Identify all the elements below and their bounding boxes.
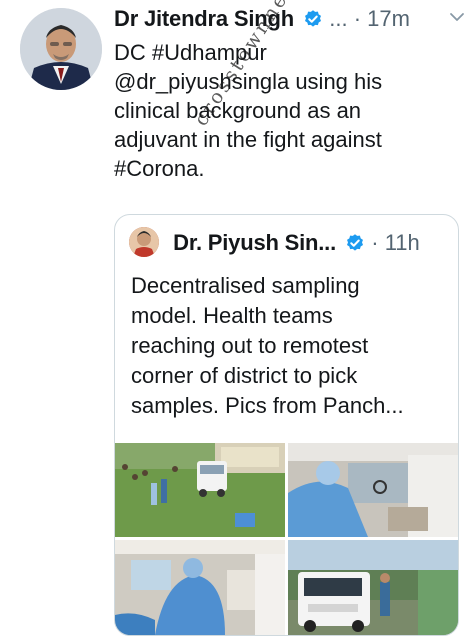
tweet-time[interactable]: 17m [367, 6, 410, 31]
quoted-text-line: corner of district to pick [131, 363, 358, 388]
verified-badge-icon [305, 10, 322, 27]
quoted-tweet-header: Dr. Piyush Sin... · 11h [129, 227, 448, 261]
tweet-text-line[interactable]: @dr_piyushsingla using his [114, 67, 464, 96]
tweet-header: Dr Jitendra Singh ... · 17m [114, 6, 466, 36]
quoted-tweet-time[interactable]: 11h [385, 230, 420, 255]
photo-ppe-team[interactable] [115, 540, 285, 635]
quoted-author-name[interactable]: Dr. Piyush Sin... [173, 230, 336, 255]
verified-badge-icon [347, 234, 364, 251]
tweet-text: DC #Udhampur @dr_piyushsingla using his … [114, 38, 464, 183]
quoted-text-line: model. Health teams [131, 303, 333, 328]
tweet-text-line[interactable]: DC #Udhampur [114, 38, 464, 67]
chevron-down-icon[interactable] [448, 8, 466, 26]
photo-vehicle-outdoors[interactable] [288, 540, 458, 635]
quoted-author-avatar [129, 227, 159, 257]
author-avatar[interactable] [20, 8, 102, 90]
quoted-tweet-text: Decentralised sampling model. Health tea… [131, 271, 451, 421]
photo-field-sampling[interactable] [115, 443, 285, 537]
photo-health-worker-vehicle[interactable] [288, 443, 458, 537]
quoted-text-line: samples. Pics from Panch... [131, 393, 404, 418]
separator: · [353, 6, 362, 31]
tweet-text-line[interactable]: #Corona. [114, 154, 464, 183]
tweet-text-line: adjuvant in the fight against [114, 127, 382, 152]
more-ellipsis: ... [329, 6, 348, 31]
tweet-text-line: clinical background as an [114, 98, 362, 123]
separator: · [371, 230, 379, 255]
quoted-text-line: reaching out to remotest [131, 333, 369, 358]
quoted-tweet-card[interactable]: Dr. Piyush Sin... · 11h Decentralised sa… [114, 214, 459, 636]
quoted-text-line: Decentralised sampling [131, 273, 360, 298]
media-grid [115, 443, 458, 635]
